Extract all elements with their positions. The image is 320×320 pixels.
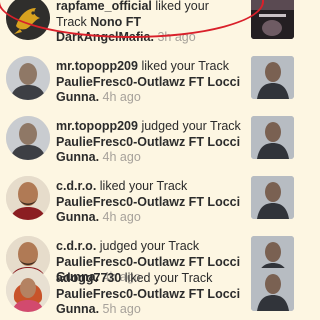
notification-text: mr.topopp209 liked your Track PaulieFres… — [56, 59, 242, 106]
notification-text: c.d.r.o. liked your Track PaulieFresc0-O… — [56, 179, 242, 226]
timestamp: 4h ago — [102, 90, 141, 104]
track-thumbnail[interactable] — [251, 0, 294, 39]
album-cover-icon — [251, 0, 294, 39]
action-text: liked your Track — [99, 179, 188, 193]
username[interactable]: c.d.r.o. — [56, 179, 96, 193]
track-thumbnail[interactable] — [251, 116, 294, 159]
username[interactable]: mr.topopp209 — [56, 119, 138, 133]
track-title[interactable]: PaulieFresc0-Outlawz FT Locci Gunna. — [56, 287, 240, 317]
timestamp: 4h ago — [102, 150, 141, 164]
track-cover-photo-icon — [251, 176, 294, 219]
notification-text: rapfame_official liked your Track Nono F… — [56, 0, 242, 46]
timestamp: 4h ago — [102, 210, 141, 224]
track-title[interactable]: PaulieFresc0-Outlawz FT Locci Gunna. — [56, 75, 240, 105]
track-thumbnail[interactable] — [251, 268, 294, 311]
avatar[interactable] — [6, 176, 50, 220]
notification-text: adogg7730 liked your Track PaulieFresc0-… — [56, 271, 242, 318]
username[interactable]: c.d.r.o. — [56, 239, 96, 253]
bearded-man-photo-icon — [6, 176, 50, 220]
timestamp: 3h ago — [157, 30, 196, 44]
action-text: liked your Track — [124, 271, 213, 285]
notification-text: mr.topopp209 judged your Track PaulieFre… — [56, 119, 242, 166]
track-cover-photo-icon — [251, 116, 294, 159]
man-photo-icon — [6, 116, 50, 160]
avatar[interactable] — [6, 56, 50, 100]
track-title[interactable]: PaulieFresc0-Outlawz FT Locci Gunna. — [56, 195, 240, 225]
username[interactable]: rapfame_official — [56, 0, 152, 13]
track-cover-photo-icon — [251, 268, 294, 311]
action-text: judged your Track — [141, 119, 241, 133]
notification-item[interactable]: mr.topopp209 judged your Track PaulieFre… — [0, 108, 300, 168]
notification-item[interactable]: c.d.r.o. liked your Track PaulieFresc0-O… — [0, 168, 300, 228]
avatar[interactable] — [6, 116, 50, 160]
action-text: judged your Track — [99, 239, 200, 253]
man-photo-icon — [6, 56, 50, 100]
track-title[interactable]: PaulieFresc0-Outlawz FT Locci Gunna. — [56, 135, 240, 165]
notification-item[interactable]: rapfame_official liked your Track Nono F… — [0, 0, 300, 48]
username[interactable]: mr.topopp209 — [56, 59, 138, 73]
track-cover-photo-icon — [251, 56, 294, 99]
timestamp: 5h ago — [102, 302, 141, 316]
avatar[interactable] — [6, 268, 50, 312]
gold-bird-logo-icon — [6, 0, 50, 40]
woman-photo-icon — [6, 268, 50, 312]
username[interactable]: adogg7730 — [56, 271, 121, 285]
notification-item[interactable]: adogg7730 liked your Track PaulieFresc0-… — [0, 260, 300, 320]
avatar[interactable] — [6, 0, 50, 40]
track-thumbnail[interactable] — [251, 176, 294, 219]
notification-item[interactable]: mr.topopp209 liked your Track PaulieFres… — [0, 48, 300, 108]
track-thumbnail[interactable] — [251, 56, 294, 99]
action-text: liked your Track — [141, 59, 229, 73]
